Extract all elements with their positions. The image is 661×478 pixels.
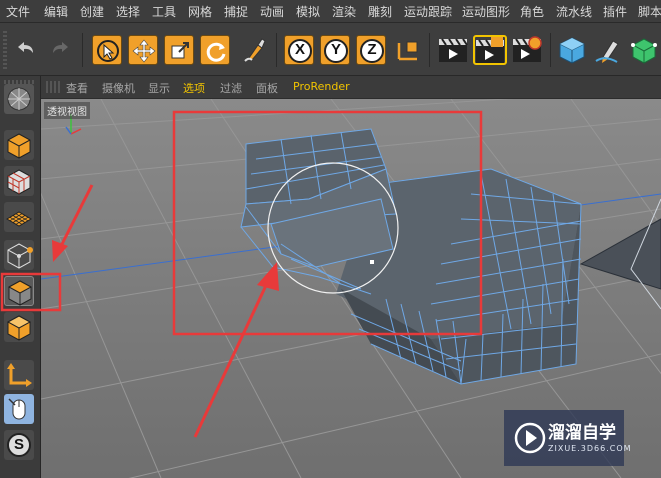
- checker-sphere-icon: [7, 87, 31, 111]
- site-watermark: 溜溜自学 ZIXUE.3D66.COM: [504, 410, 631, 466]
- render-settings-button[interactable]: [511, 35, 543, 65]
- menu-pipeline[interactable]: 流水线: [556, 3, 592, 20]
- menu-snap[interactable]: 捕捉: [224, 3, 248, 20]
- main-toolbar: X Y Z: [0, 23, 661, 76]
- points-mode-button[interactable]: [4, 240, 34, 270]
- rotate-tool-button[interactable]: [200, 35, 230, 65]
- y-axis-label: Y: [330, 41, 341, 58]
- pen-spline-button[interactable]: [593, 35, 623, 65]
- menu-script[interactable]: 脚本: [638, 3, 661, 20]
- grid-plane-icon: [6, 211, 32, 227]
- menu-file[interactable]: 文件: [6, 3, 30, 20]
- viewport-menubar: 查看 摄像机 显示 选项 过滤 面板 ProRender: [40, 76, 661, 99]
- brush-tool-button[interactable]: [240, 35, 270, 65]
- menu-plugins[interactable]: 插件: [603, 3, 627, 20]
- snap-mode-label: S: [13, 436, 24, 453]
- menu-animate[interactable]: 动画: [260, 3, 284, 20]
- viewport-name-label: 透视视图: [44, 102, 90, 119]
- menu-edit[interactable]: 编辑: [44, 3, 68, 20]
- viewport-menu-panel[interactable]: 面板: [256, 80, 278, 96]
- x-axis-lock-button[interactable]: X: [284, 35, 314, 65]
- y-axis-lock-button[interactable]: Y: [320, 35, 350, 65]
- edges-mode-button[interactable]: [4, 312, 34, 342]
- viewport-menu-display[interactable]: 显示: [148, 80, 170, 96]
- axis-corner-icon: [7, 363, 32, 387]
- watermark-url: ZIXUE.3D66.COM: [548, 444, 632, 453]
- move-arrows-icon: [132, 39, 156, 63]
- toolbar-separator: [82, 33, 83, 67]
- render-to-picture-viewer-button[interactable]: [473, 35, 507, 65]
- texture-mode-button[interactable]: [4, 166, 34, 196]
- viewport-menu-options[interactable]: 选项: [183, 80, 205, 96]
- redo-icon: [53, 42, 68, 53]
- brush-handle-point: [370, 260, 374, 264]
- tweak-mode-button[interactable]: [4, 394, 34, 424]
- snap-mode-button[interactable]: S: [4, 430, 34, 460]
- solid-cube-icon: [6, 315, 32, 341]
- live-selection-button[interactable]: [92, 35, 122, 65]
- menu-motion-tracking[interactable]: 运动跟踪: [404, 3, 452, 20]
- brush-icon: [244, 38, 266, 62]
- toolbar-separator: [550, 33, 551, 67]
- subdivision-button[interactable]: [629, 35, 659, 65]
- rotate-icon: [206, 42, 226, 62]
- play-logo-icon: [514, 422, 546, 454]
- undo-button[interactable]: [10, 35, 40, 65]
- polygons-mode-button[interactable]: [4, 276, 34, 306]
- texture-cube-icon: [7, 169, 31, 195]
- menu-mesh[interactable]: 网格: [188, 3, 212, 20]
- model-cube-icon: [7, 133, 31, 159]
- viewport-menu-filter[interactable]: 过滤: [220, 80, 242, 96]
- viewport-menu-cameras[interactable]: 摄像机: [102, 80, 135, 96]
- coordinate-system-icon: [397, 41, 418, 61]
- toolbar-separator: [429, 33, 430, 67]
- polygon-cube-icon: [7, 280, 33, 306]
- menu-sculpt[interactable]: 雕刻: [368, 3, 392, 20]
- redo-button[interactable]: [46, 35, 76, 65]
- scale-tool-button[interactable]: [164, 35, 194, 65]
- menu-simulate[interactable]: 模拟: [296, 3, 320, 20]
- menu-mograph[interactable]: 运动图形: [462, 3, 510, 20]
- cube-object-button[interactable]: [557, 35, 587, 65]
- viewport-menu-prorender[interactable]: ProRender: [293, 80, 350, 93]
- move-tool-button[interactable]: [128, 35, 158, 65]
- make-editable-button[interactable]: [4, 84, 34, 114]
- menu-tools[interactable]: 工具: [152, 3, 176, 20]
- scale-box-icon: [171, 42, 189, 59]
- workplane-mode-button[interactable]: [4, 202, 34, 232]
- viewport-menu-view[interactable]: 查看: [66, 80, 88, 96]
- pen-icon: [595, 40, 619, 63]
- z-axis-lock-button[interactable]: Z: [356, 35, 386, 65]
- clapperboard-icon: [439, 38, 468, 62]
- model-mode-button[interactable]: [4, 130, 34, 160]
- toolbar-separator: [276, 33, 277, 67]
- viewport-grip: [46, 81, 60, 93]
- axis-mode-button[interactable]: [4, 360, 34, 390]
- z-axis-label: Z: [367, 41, 377, 58]
- toolbar-grip: [3, 31, 7, 69]
- left-mode-toolbar: S: [0, 76, 41, 478]
- cube-icon: [559, 37, 585, 64]
- render-settings-icon: [513, 36, 542, 62]
- x-axis-label: X: [294, 41, 305, 58]
- menu-render[interactable]: 渲染: [332, 3, 356, 20]
- menu-create[interactable]: 创建: [80, 3, 104, 20]
- subdivision-cube-icon: [631, 38, 657, 64]
- undo-icon: [18, 42, 33, 53]
- watermark-title: 溜溜自学: [548, 423, 616, 443]
- coordinate-system-button[interactable]: [393, 35, 423, 65]
- menu-character[interactable]: 角色: [520, 3, 544, 20]
- points-cube-icon: [7, 243, 33, 269]
- main-menubar: 文件 编辑 创建 选择 工具 网格 捕捉 动画 模拟 渲染 雕刻 运动跟踪 运动…: [0, 0, 661, 23]
- render-view-button[interactable]: [437, 35, 469, 65]
- mouse-icon: [8, 398, 26, 420]
- menu-select[interactable]: 选择: [116, 3, 140, 20]
- render-picture-icon: [476, 37, 504, 63]
- arrow-cursor-icon: [97, 40, 119, 62]
